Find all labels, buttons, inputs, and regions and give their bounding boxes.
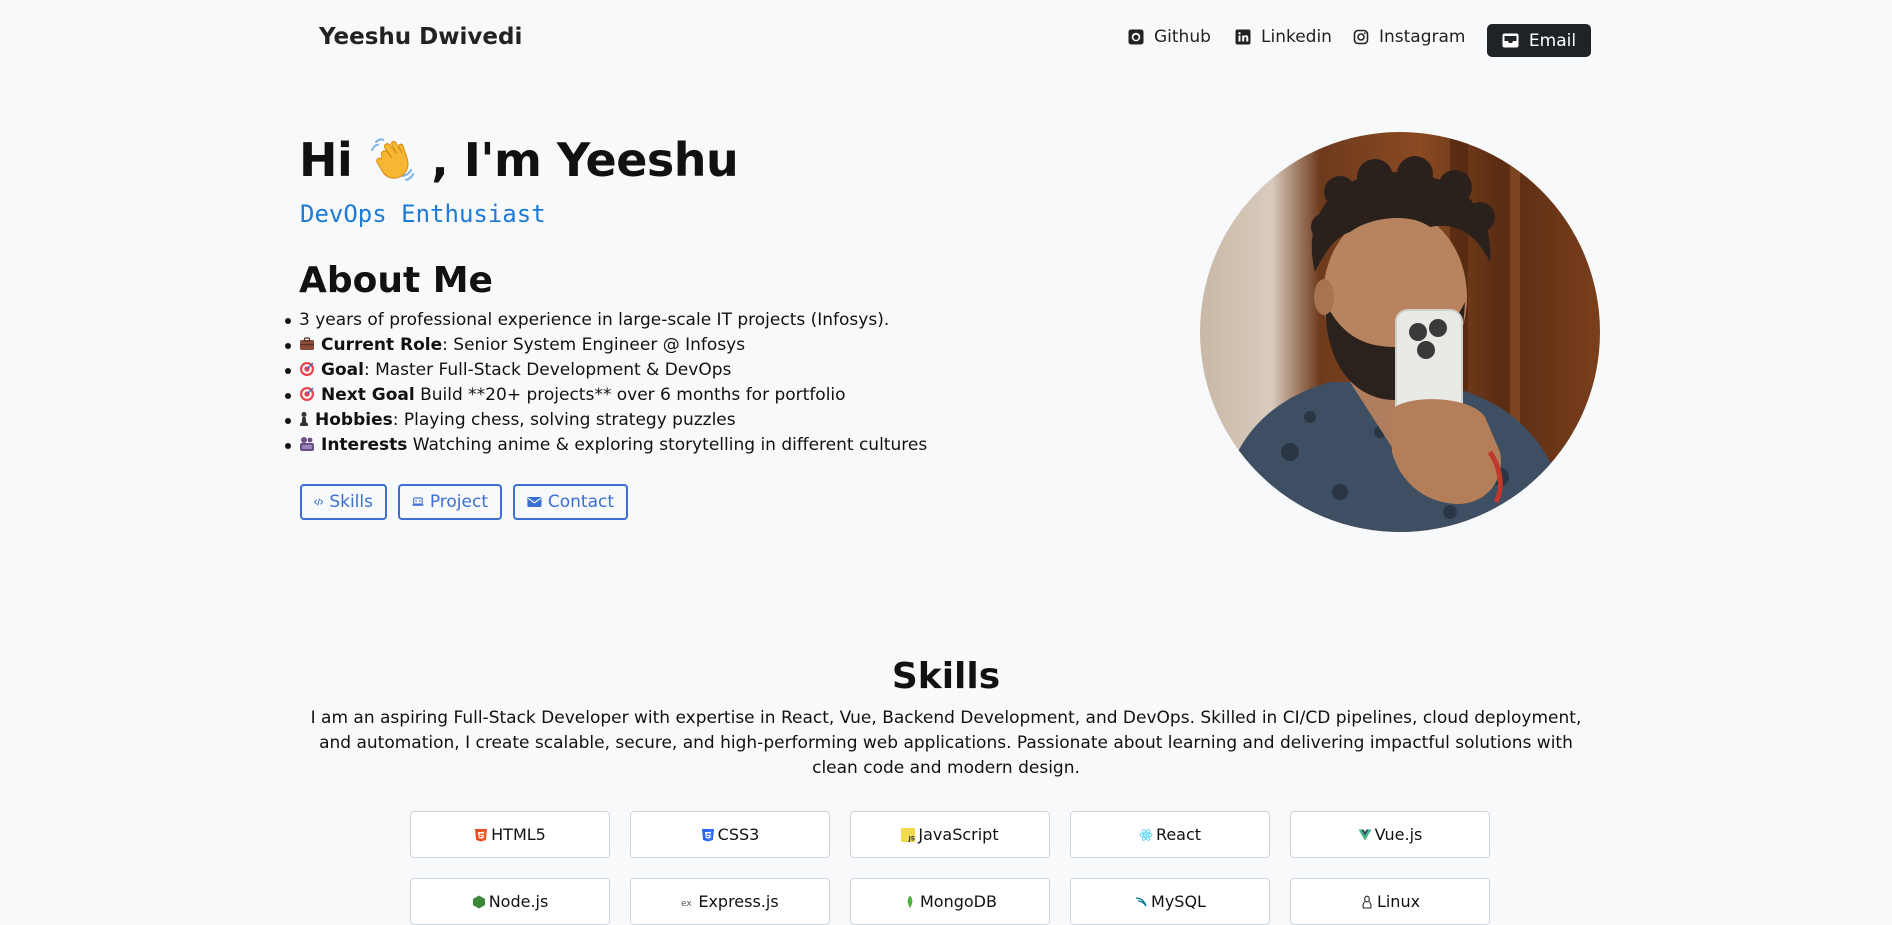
nav-link-github-label: Github [1154,27,1211,47]
envelope-icon [527,497,542,507]
project-button-label: Project [429,492,488,512]
linkedin-icon [1235,29,1251,45]
mysql-icon [1136,896,1147,906]
about-item-goal: Goal: Master Full-Stack Development & De… [284,358,927,383]
skill-card-css3[interactable]: CSS3 [630,811,830,858]
skill-card-nodejs[interactable]: Node.js [410,878,610,925]
instagram-icon [1353,29,1369,45]
waving-hand-icon [370,138,414,181]
about-item-bold: Next Goal [321,385,415,405]
about-item-text: Build **20+ projects** over 6 months for… [414,385,846,405]
code-icon [314,498,324,506]
about-item-interests: Interests Watching anime & exploring sto… [284,433,928,458]
chess-pawn-icon [300,412,308,426]
linux-icon [1362,895,1372,909]
about-item-current-role: Current Role: Senior System Engineer @ I… [284,333,927,358]
about-item-hobbies: Hobbies: Playing chess, solving strategy… [284,408,927,433]
nav-link-linkedin[interactable]: Linkedin [1235,27,1332,47]
target-icon [300,362,314,376]
project-button[interactable]: Project [398,484,502,520]
javascript-icon: JS [901,827,916,842]
about-item-bold: Hobbies [315,410,393,430]
vue-icon [1358,829,1372,840]
skill-card-express[interactable]: ex Express.js [630,878,830,925]
skills-grid: HTML5 CSS3 JS JavaScript React Vue.js No… [410,811,1490,925]
css3-icon [701,828,714,841]
nav-link-linkedin-label: Linkedin [1261,27,1332,47]
react-icon [1139,828,1153,841]
skill-card-vue[interactable]: Vue.js [1290,811,1490,858]
laptop-code-icon [412,497,424,506]
email-button[interactable]: Email [1487,24,1591,57]
html5-icon [475,828,488,841]
about-item-text: : Playing chess, solving strategy puzzle… [392,410,736,430]
express-icon: ex [681,899,692,909]
navbar: Yeeshu Dwivedi Github Linkedin Instagram… [0,0,1892,80]
skill-label: MongoDB [920,892,997,911]
target-icon [300,387,314,401]
profile-avatar [1200,132,1600,532]
skill-card-html5[interactable]: HTML5 [410,811,610,858]
skill-label: HTML5 [491,825,546,844]
skill-label: Express.js [698,892,779,911]
skill-card-react[interactable]: React [1070,811,1270,858]
email-button-label: Email [1528,30,1577,51]
about-title: About Me [299,260,493,301]
hero-heading: Hi , I'm Yeeshu [299,133,739,187]
about-item-bold: Goal [321,360,364,380]
nav-link-github[interactable]: Github [1128,27,1211,47]
contact-button-label: Contact [547,492,614,512]
about-item-experience: 3 years of professional experience in la… [284,308,927,333]
profile-photo [1200,132,1600,532]
skill-label: MySQL [1151,892,1206,911]
about-item-text: Watching anime & exploring storytelling … [407,435,928,455]
github-icon [1128,29,1144,45]
nav-link-instagram-label: Instagram [1379,27,1466,47]
skill-card-javascript[interactable]: JS JavaScript [850,811,1050,858]
hero-greeting-pre: Hi [299,133,353,187]
skills-section-title: Skills [891,656,1001,697]
about-item-bold: Interests [321,435,408,455]
skill-label: JavaScript [918,825,999,844]
inbox-icon [1502,33,1519,48]
contact-button[interactable]: Contact [513,484,628,520]
hero-subtitle: DevOps Enthusiast [300,200,546,228]
skill-label: React [1155,825,1202,844]
hero-greeting-post: , I'm Yeeshu [431,133,739,187]
mongodb-icon [907,895,913,908]
about-item-next-goal: Next Goal Build **20+ projects** over 6 … [284,383,927,408]
about-item-text: : Senior System Engineer @ Infosys [442,335,746,355]
skill-label: Linux [1376,892,1421,911]
anime-icon [300,437,314,451]
about-item-text: : Master Full-Stack Development & DevOps [363,360,732,380]
skill-card-linux[interactable]: Linux [1290,878,1490,925]
brand-name[interactable]: Yeeshu Dwivedi [319,24,522,50]
about-list: 3 years of professional experience in la… [280,308,927,458]
skill-card-mongodb[interactable]: MongoDB [850,878,1050,925]
about-item-bold: Current Role [321,335,443,355]
skills-button-label: Skills [329,492,373,512]
skill-label: Node.js [488,892,549,911]
about-item-text: 3 years of professional experience in la… [299,310,890,330]
nav-link-instagram[interactable]: Instagram [1353,27,1466,47]
svg-text:JS: JS [908,835,916,842]
skills-description: I am an aspiring Full-Stack Developer wi… [310,708,1582,778]
nodejs-icon [472,895,485,908]
briefcase-icon [300,337,314,350]
skill-card-mysql[interactable]: MySQL [1070,878,1270,925]
skills-button[interactable]: Skills [300,484,387,520]
hero-button-row: Skills Project Contact [300,484,628,520]
skill-label: CSS3 [717,825,760,844]
skill-label: Vue.js [1374,825,1423,844]
